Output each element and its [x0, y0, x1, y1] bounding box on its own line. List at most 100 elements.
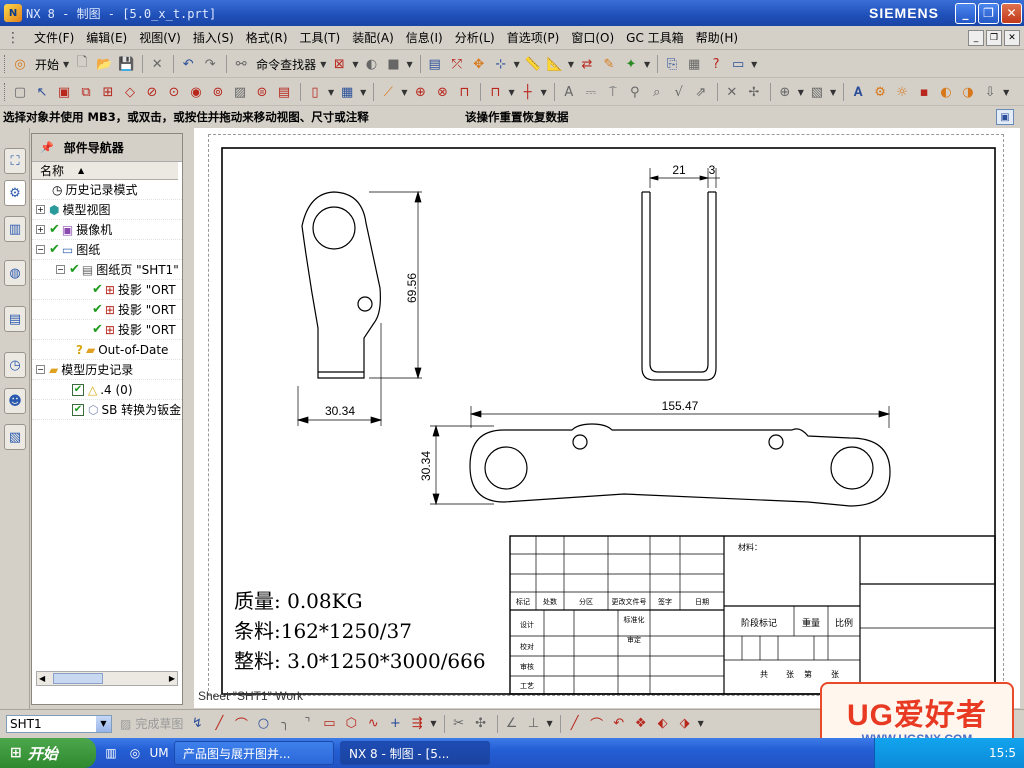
constraints-icon[interactable]: ⊥	[524, 714, 544, 734]
menu-file[interactable]: 文件(F)	[28, 29, 80, 46]
tree-node-model-history[interactable]: − ▰ 模型历史记录	[32, 360, 182, 380]
note-mass[interactable]: 质量: 0.08KG	[234, 589, 363, 613]
undo-icon[interactable]: ↶	[178, 54, 198, 74]
close-button[interactable]: ✕	[1001, 2, 1022, 24]
hide-icon[interactable]: ◐	[936, 82, 956, 102]
restore-button[interactable]: ❐	[978, 2, 999, 24]
view-boundary-icon[interactable]: ⊚	[208, 82, 228, 102]
select-filter-icon[interactable]: ⇄	[577, 54, 597, 74]
weld-symbol-icon[interactable]: ⌕	[647, 82, 667, 102]
tree-node-convert-to-sheetmetal[interactable]: ✔ ⬡ SB 转换为钣金	[32, 400, 182, 420]
collapse-icon[interactable]: −	[36, 245, 45, 254]
image-icon[interactable]: ▧	[807, 82, 827, 102]
process-studio-icon[interactable]: ▤	[4, 306, 26, 332]
surface-finish-icon[interactable]: √	[669, 82, 689, 102]
menu-preferences[interactable]: 首选项(P)	[501, 29, 566, 46]
dim-side-width[interactable]: 30.34	[325, 404, 355, 418]
finish-sketch-button[interactable]: 完成草图	[135, 715, 183, 732]
collapse-icon[interactable]: −	[56, 265, 65, 274]
note-strip[interactable]: 条料:162*1250/37	[234, 619, 412, 643]
datum-icon[interactable]: ⍑	[603, 82, 623, 102]
checkbox-checked[interactable]: ✔	[72, 403, 84, 416]
assembly-navigator-icon[interactable]: ⛶	[4, 148, 26, 174]
table-icon[interactable]: ▦	[684, 54, 704, 74]
minimize-button[interactable]: _	[955, 2, 976, 24]
navigator-horizontal-scrollbar[interactable]: ◀ ▶	[36, 671, 178, 686]
display-options-icon[interactable]: ▦	[337, 82, 357, 102]
circle-icon[interactable]: ○	[253, 714, 273, 734]
system-materials-icon[interactable]: ▧	[4, 424, 26, 450]
scroll-right-icon[interactable]: ▶	[169, 674, 175, 683]
menu-insert[interactable]: 插入(S)	[187, 29, 240, 46]
expand-icon[interactable]: +	[36, 225, 45, 234]
clock[interactable]: 15:5	[989, 746, 1016, 760]
new-file-icon[interactable]: 🗋	[72, 54, 92, 74]
studio-spline-icon[interactable]: ∿	[363, 714, 383, 734]
pin-icon[interactable]: 📌	[40, 141, 54, 154]
move-object-icon[interactable]: ✦	[621, 54, 641, 74]
detail-view-icon[interactable]: ⊞	[98, 82, 118, 102]
tree-node-body-4[interactable]: ✔ △ .4 (0)	[32, 380, 182, 400]
new-sheet-icon[interactable]: ▢	[10, 82, 30, 102]
dim-inner-width[interactable]: 21	[672, 163, 686, 177]
leader-icon[interactable]: ⇗	[691, 82, 711, 102]
mirror-curve-icon[interactable]: ⬖	[653, 714, 673, 734]
projected-view-icon[interactable]: ⧉	[76, 82, 96, 102]
revolved-section-icon[interactable]: ⊙	[164, 82, 184, 102]
dim-flat-length[interactable]: 155.47	[662, 399, 699, 413]
web-browser-icon[interactable]: ◍	[4, 260, 26, 286]
fillet-icon[interactable]: ╮	[275, 714, 295, 734]
dim-side-height[interactable]: 69.56	[405, 273, 419, 303]
sketch-arc-icon[interactable]: ⌒	[587, 714, 607, 734]
feature-frame-icon[interactable]: ⎓	[581, 82, 601, 102]
tree-node-cameras[interactable]: + ✔ ▣ 摄像机	[32, 220, 182, 240]
full-screen-icon[interactable]: ▣	[996, 109, 1014, 125]
menu-view[interactable]: 视图(V)	[133, 29, 187, 46]
tree-node-projection-2[interactable]: ✔ ⊞ 投影 "ORT	[32, 300, 182, 320]
profile-icon[interactable]: ↯	[187, 714, 207, 734]
dim-flat-height[interactable]: 30.34	[419, 451, 433, 481]
sketch-line-icon[interactable]: ╱	[565, 714, 585, 734]
fit-view-icon[interactable]: ⊠	[329, 54, 349, 74]
chamfer-icon[interactable]: ⌝	[297, 714, 317, 734]
menu-information[interactable]: 信息(I)	[400, 29, 449, 46]
part-navigator-icon[interactable]: ⚙	[4, 180, 26, 206]
view-label-icon[interactable]: ▨	[230, 82, 250, 102]
rectangle-icon[interactable]: ▭	[319, 714, 339, 734]
make-corner-icon[interactable]: ∠	[502, 714, 522, 734]
offset-curve-icon[interactable]: ⇶	[407, 714, 427, 734]
origin-tool-icon[interactable]: ⚙	[870, 82, 890, 102]
reuse-library-icon[interactable]: ▥	[4, 216, 26, 242]
tree-node-out-of-date[interactable]: ? ▰ Out-of-Date	[32, 340, 182, 360]
measure-angle-icon[interactable]: 📐	[545, 54, 565, 74]
sheet-selector[interactable]: SHT1 ▼	[6, 714, 112, 733]
menu-format[interactable]: 格式(R)	[240, 29, 294, 46]
delete-icon[interactable]: ✕	[147, 54, 167, 74]
section-view-icon[interactable]: ◇	[120, 82, 140, 102]
arc-icon[interactable]: ⌒	[231, 714, 251, 734]
history-icon[interactable]: ◷	[4, 352, 26, 378]
menu-analysis[interactable]: 分析(L)	[449, 29, 501, 46]
scroll-thumb[interactable]	[53, 673, 104, 684]
background-color-icon[interactable]: ■	[384, 54, 404, 74]
edit-style-icon[interactable]: ▪	[914, 82, 934, 102]
save-icon[interactable]: 💾	[116, 54, 136, 74]
doc-close-button[interactable]: ✕	[1004, 29, 1020, 46]
select-pointer-icon[interactable]: ↖	[32, 82, 52, 102]
border-zone-icon[interactable]: ▤	[274, 82, 294, 102]
menu-window[interactable]: 窗口(O)	[565, 29, 620, 46]
target-point-icon[interactable]: ⊕	[775, 82, 795, 102]
checkbox-checked[interactable]: ✔	[72, 383, 84, 396]
line-icon[interactable]: ╱	[209, 714, 229, 734]
task-nx-drafting[interactable]: NX 8 - 制图 - [5...	[340, 741, 490, 765]
help-icon[interactable]: ?	[706, 54, 726, 74]
menu-edit[interactable]: 编辑(E)	[80, 29, 133, 46]
menu-assembly[interactable]: 装配(A)	[346, 29, 400, 46]
measure-distance-icon[interactable]: 📏	[523, 54, 543, 74]
pattern-curve-icon[interactable]: ❖	[631, 714, 651, 734]
edit-annotation-icon[interactable]: ☼	[892, 82, 912, 102]
show-icon[interactable]: ◑	[958, 82, 978, 102]
quick-extend-icon[interactable]: ✣	[471, 714, 491, 734]
crosshair-icon[interactable]: ┼	[518, 82, 538, 102]
dim-thickness[interactable]: 3	[709, 163, 716, 177]
